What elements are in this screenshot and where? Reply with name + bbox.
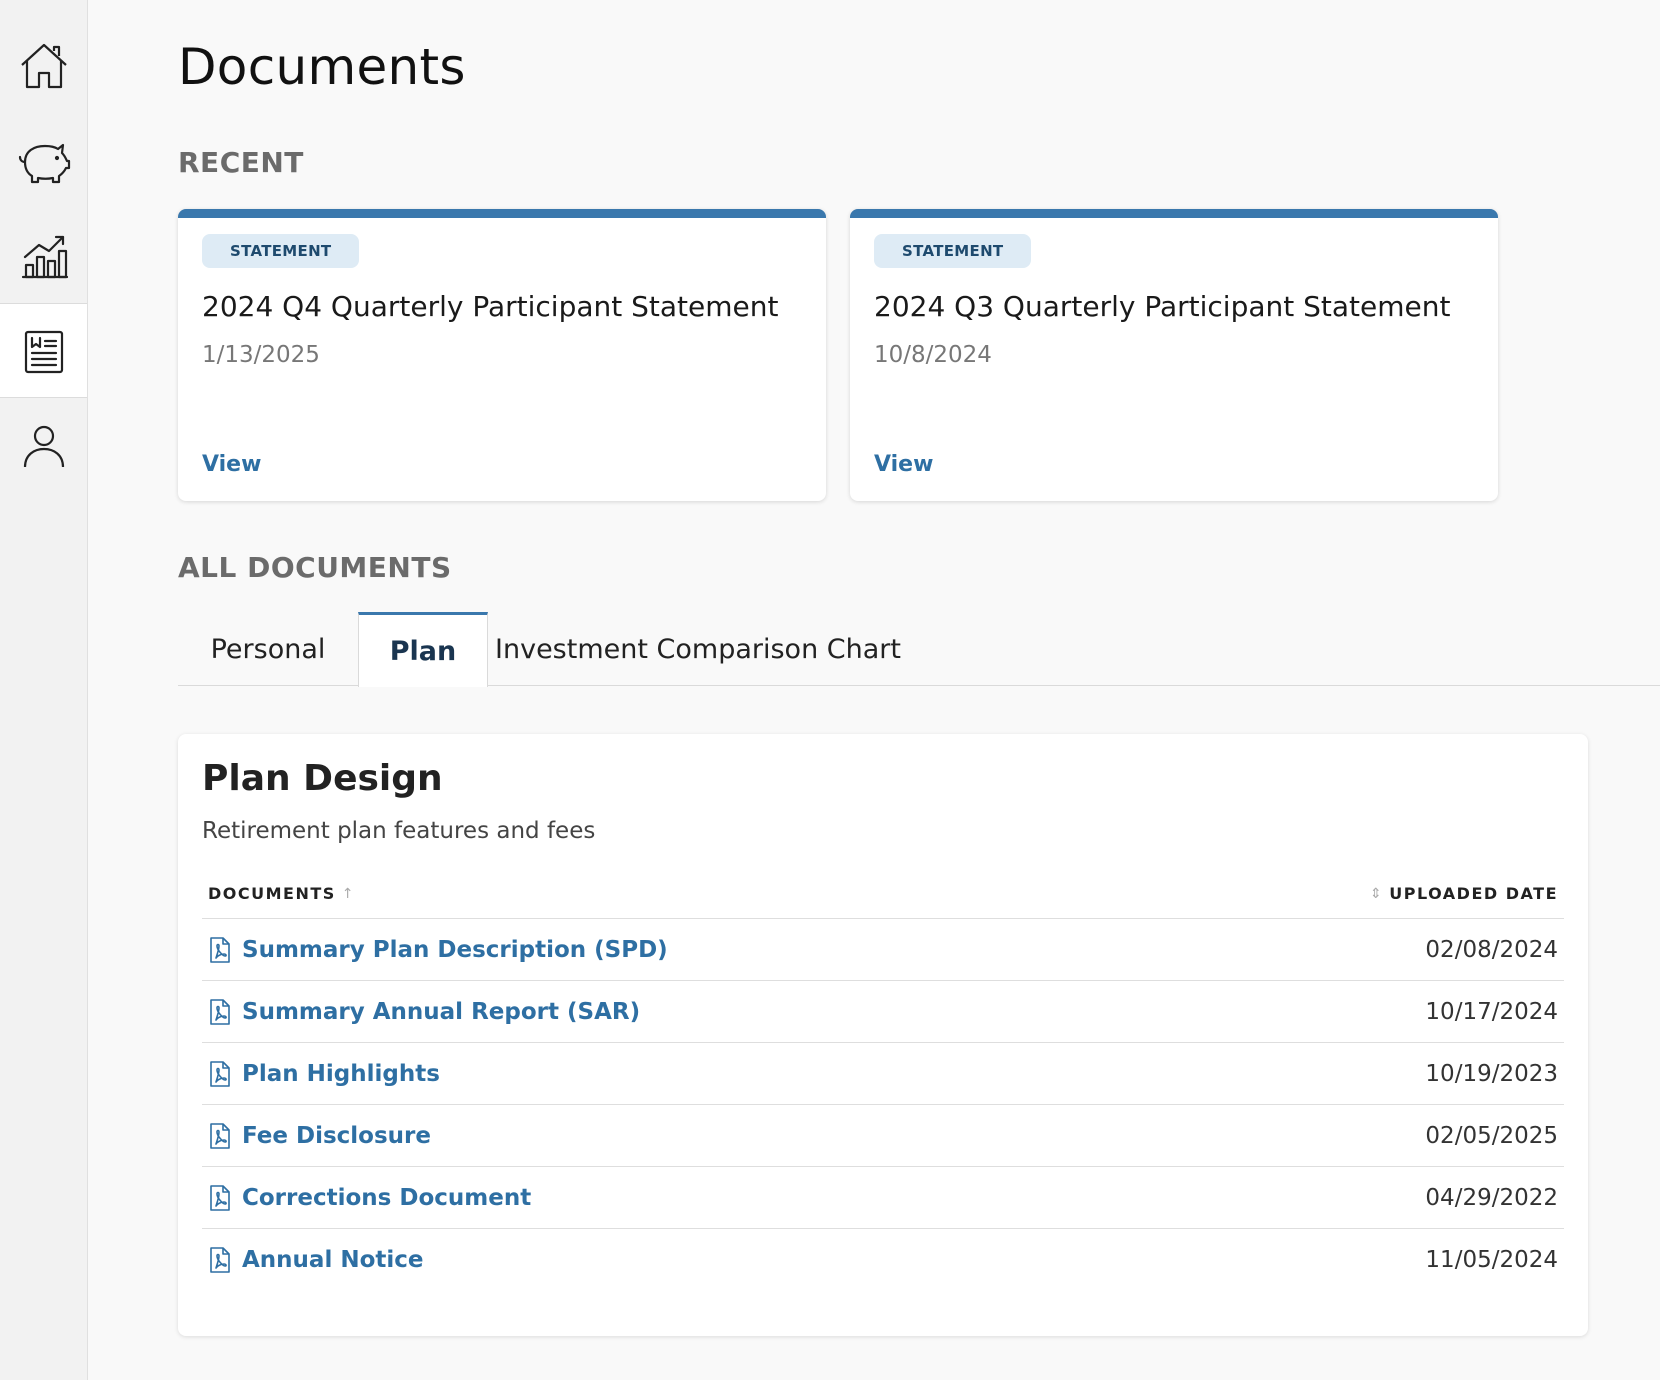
sidebar-item-documents[interactable]: [0, 303, 87, 398]
document-name: Corrections Document: [242, 1184, 532, 1211]
profile-icon: [23, 425, 64, 467]
documents-column-header[interactable]: DOCUMENTS ↑: [208, 884, 355, 903]
table-row: Corrections Document 04/29/2022: [202, 1166, 1564, 1228]
card-title: 2024 Q4 Quarterly Participant Statement: [202, 290, 779, 323]
uploaded-date: 10/19/2023: [1425, 1060, 1558, 1087]
sidebar-item-home[interactable]: [0, 18, 87, 113]
sidebar-item-profile[interactable]: [0, 398, 87, 493]
table-row: Summary Plan Description (SPD) 02/08/202…: [202, 918, 1564, 980]
uploaded-date: 11/05/2024: [1425, 1246, 1558, 1273]
page-title: Documents: [178, 38, 466, 96]
pdf-file-icon: [210, 1184, 230, 1211]
uploaded-date: 02/05/2025: [1425, 1122, 1558, 1149]
documents-table: Summary Plan Description (SPD) 02/08/202…: [202, 918, 1564, 1290]
card-date: 10/8/2024: [874, 342, 992, 368]
document-link[interactable]: Summary Plan Description (SPD): [208, 936, 668, 964]
document-name: Fee Disclosure: [242, 1122, 431, 1149]
column-header-label: UPLOADED DATE: [1389, 884, 1558, 903]
column-header-label: DOCUMENTS: [208, 884, 336, 903]
document-link[interactable]: Annual Notice: [208, 1246, 424, 1274]
documents-icon: [24, 330, 63, 373]
view-link[interactable]: View: [874, 452, 933, 477]
all-documents-section-label: ALL DOCUMENTS: [178, 551, 452, 584]
document-link[interactable]: Plan Highlights: [208, 1060, 440, 1088]
document-type-badge: STATEMENT: [874, 234, 1032, 268]
document-link[interactable]: Corrections Document: [208, 1184, 531, 1212]
document-link[interactable]: Fee Disclosure: [208, 1122, 431, 1150]
document-name: Summary Plan Description (SPD): [242, 936, 668, 963]
document-name: Summary Annual Report (SAR): [242, 998, 641, 1025]
recent-document-card: STATEMENT 2024 Q3 Quarterly Participant …: [850, 209, 1498, 501]
home-icon: [20, 43, 67, 88]
uploaded-date: 10/17/2024: [1425, 998, 1558, 1025]
pdf-file-icon: [210, 1246, 230, 1273]
sidebar-item-performance[interactable]: [0, 208, 87, 303]
plan-design-panel: Plan Design Retirement plan features and…: [178, 734, 1588, 1336]
tab-personal[interactable]: Personal: [178, 612, 358, 686]
uploaded-date: 04/29/2022: [1425, 1184, 1558, 1211]
sort-ascending-icon: ↑: [341, 885, 356, 902]
recent-document-card: STATEMENT 2024 Q4 Quarterly Participant …: [178, 209, 826, 501]
table-row: Fee Disclosure 02/05/2025: [202, 1104, 1564, 1166]
document-name: Annual Notice: [242, 1246, 424, 1273]
uploaded-date-column-header[interactable]: ⇕ UPLOADED DATE: [1370, 884, 1558, 903]
recent-section-label: RECENT: [178, 146, 304, 179]
sort-toggle-icon: ⇕: [1370, 885, 1384, 902]
pdf-file-icon: [210, 1060, 230, 1087]
document-tabs: Personal Plan Investment Comparison Char…: [178, 612, 1660, 687]
sidebar-item-savings[interactable]: [0, 113, 87, 208]
pdf-file-icon: [210, 998, 230, 1025]
pdf-file-icon: [210, 1122, 230, 1149]
chart-growth-icon: [21, 235, 68, 278]
table-row: Summary Annual Report (SAR) 10/17/2024: [202, 980, 1564, 1042]
view-link[interactable]: View: [202, 452, 261, 477]
document-type-badge: STATEMENT: [202, 234, 360, 268]
card-title: 2024 Q3 Quarterly Participant Statement: [874, 290, 1451, 323]
card-date: 1/13/2025: [202, 342, 320, 368]
table-row: Annual Notice 11/05/2024: [202, 1228, 1564, 1290]
pdf-file-icon: [210, 936, 230, 963]
piggy-bank-icon: [18, 143, 70, 183]
tab-investment-comparison-chart[interactable]: Investment Comparison Chart: [488, 612, 908, 686]
uploaded-date: 02/08/2024: [1425, 936, 1558, 963]
document-name: Plan Highlights: [242, 1060, 440, 1087]
table-row: Plan Highlights 10/19/2023: [202, 1042, 1564, 1104]
panel-subtitle: Retirement plan features and fees: [202, 818, 596, 844]
document-link[interactable]: Summary Annual Report (SAR): [208, 998, 640, 1026]
sidebar: [0, 0, 88, 1380]
tab-plan[interactable]: Plan: [358, 612, 488, 687]
panel-title: Plan Design: [202, 758, 443, 799]
